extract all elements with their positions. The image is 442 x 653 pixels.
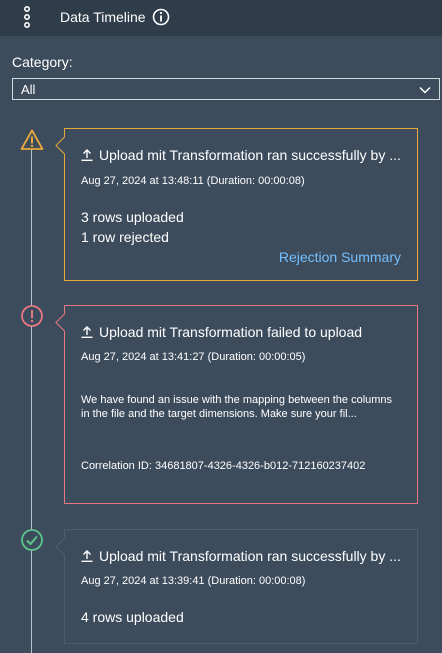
category-label: Category: bbox=[12, 54, 73, 70]
entry-title: Upload mit Transformation ran successful… bbox=[81, 147, 411, 163]
category-select-value: All bbox=[21, 82, 36, 97]
entry-timestamp: Aug 27, 2024 at 13:48:11 (Duration: 00:0… bbox=[81, 175, 305, 187]
timeline-line bbox=[31, 150, 32, 653]
entry-timestamp: Aug 27, 2024 at 13:39:41 (Duration: 00:0… bbox=[81, 575, 306, 587]
rows-rejected: 1 row rejected bbox=[81, 229, 169, 245]
rows-uploaded: 3 rows uploaded bbox=[81, 209, 184, 225]
panel-header: Data Timeline bbox=[0, 0, 442, 36]
success-icon bbox=[21, 529, 43, 551]
category-select[interactable]: All bbox=[12, 78, 440, 100]
info-icon[interactable] bbox=[152, 8, 170, 26]
error-icon bbox=[21, 305, 43, 327]
upload-icon bbox=[81, 550, 93, 562]
error-message: We have found an issue with the mapping … bbox=[81, 394, 393, 420]
chevron-down-icon bbox=[419, 86, 431, 94]
timeline-entry: Upload mit Transformation ran successful… bbox=[55, 529, 418, 644]
rejection-summary-link[interactable]: Rejection Summary bbox=[279, 249, 401, 265]
timeline-entry: Upload mit Transformation failed to uplo… bbox=[55, 305, 418, 504]
timeline-entry: Upload mit Transformation ran successful… bbox=[55, 128, 418, 281]
warning-icon bbox=[20, 129, 44, 150]
panel-title: Data Timeline bbox=[60, 9, 146, 25]
entry-title: Upload mit Transformation failed to uplo… bbox=[81, 324, 411, 340]
entry-title: Upload mit Transformation ran successful… bbox=[81, 548, 411, 564]
upload-icon bbox=[81, 326, 93, 338]
rows-uploaded: 4 rows uploaded bbox=[81, 609, 184, 625]
timeline-icon bbox=[23, 6, 31, 28]
entry-timestamp: Aug 27, 2024 at 13:41:27 (Duration: 00:0… bbox=[81, 351, 306, 363]
correlation-id: Correlation ID: 34681807-4326-4326-b012-… bbox=[81, 460, 366, 472]
upload-icon bbox=[81, 149, 93, 161]
